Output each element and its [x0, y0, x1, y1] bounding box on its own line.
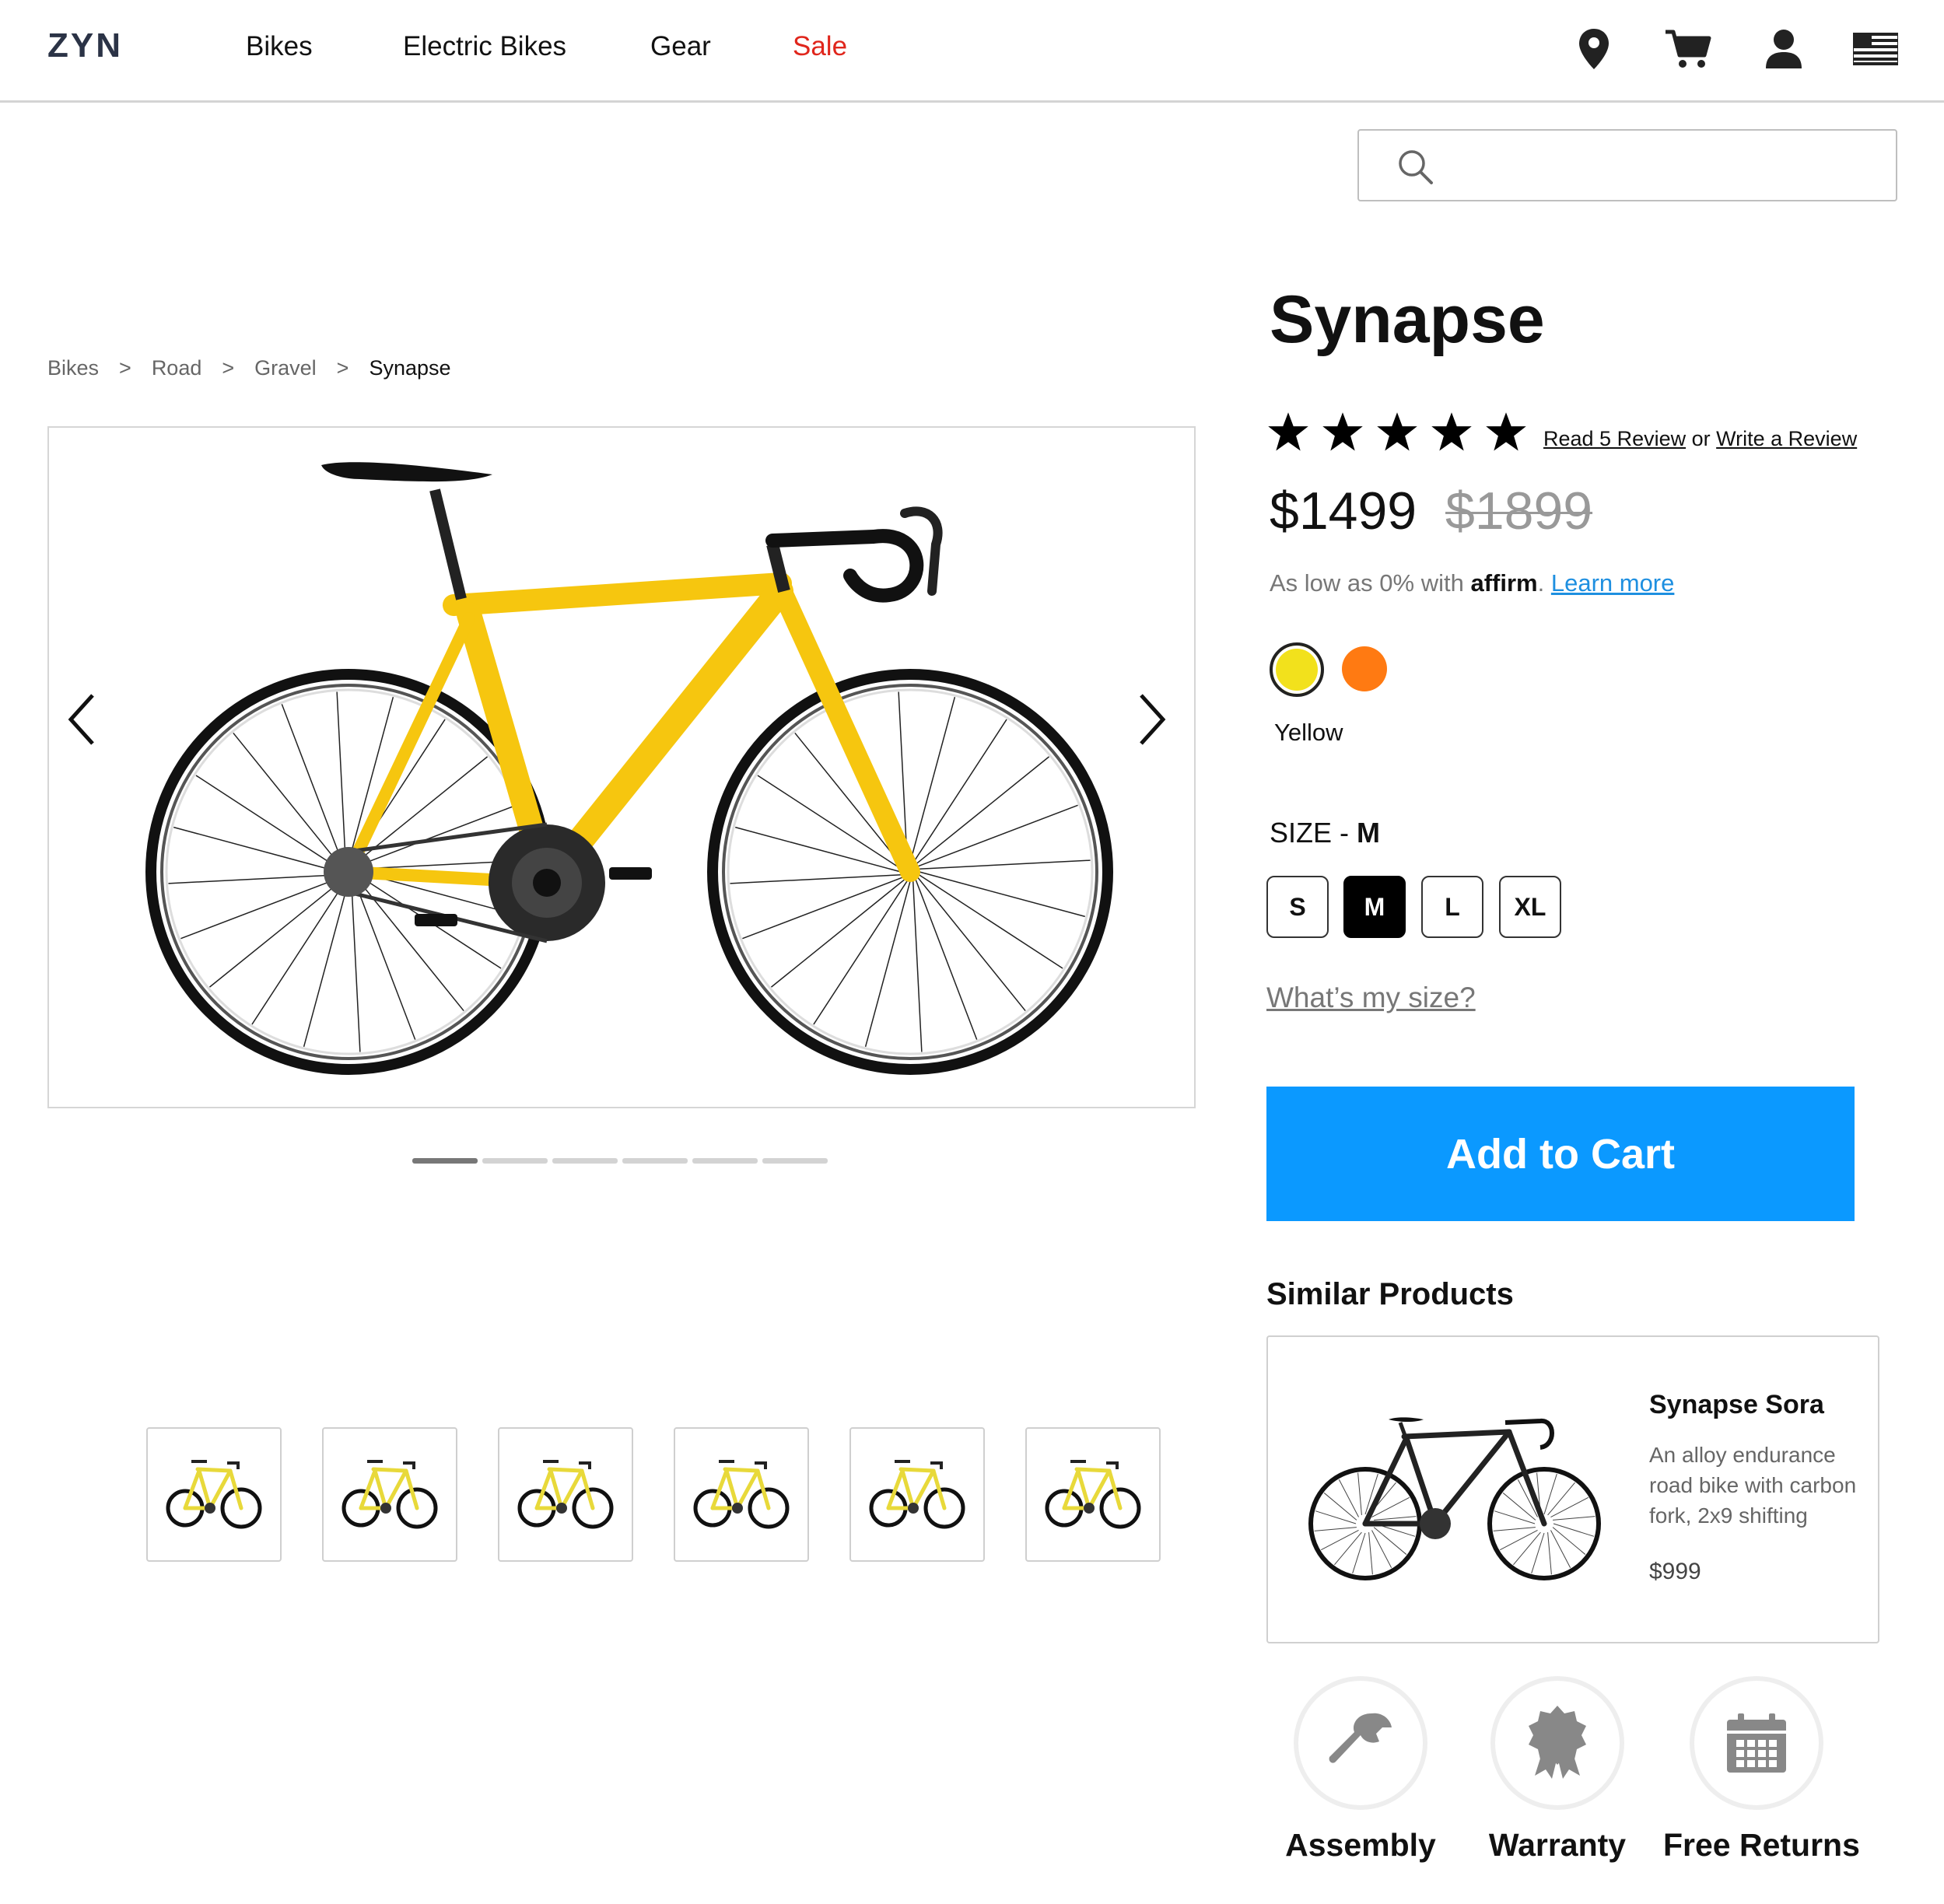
feature-assembly-circle [1294, 1676, 1427, 1810]
learn-more-link[interactable]: Learn more [1551, 569, 1675, 597]
similar-product-card[interactable]: Synapse Sora An alloy endurance road bik… [1266, 1335, 1879, 1643]
breadcrumb-current: Synapse [369, 356, 451, 380]
selected-size: M [1357, 817, 1381, 849]
wrench-icon [1329, 1713, 1392, 1763]
star-icon [1377, 412, 1417, 451]
color-swatch-orange[interactable] [1342, 646, 1387, 691]
product-old-price: $1899 [1445, 481, 1593, 541]
thumbnail-bike-image [517, 1459, 614, 1528]
carousel-dot[interactable] [552, 1158, 618, 1164]
similar-product-description: An alloy endurance road bike with carbon… [1649, 1443, 1857, 1528]
financing-note: As low as 0% with affirm. Learn more [1270, 569, 1674, 597]
product-title: Synapse [1270, 282, 1545, 357]
size-label: SIZE - M [1270, 817, 1380, 849]
carousel-dot[interactable] [412, 1158, 478, 1164]
site-header: ZYN Bikes Electric Bikes Gear Sale [0, 0, 1944, 103]
similar-products-title: Similar Products [1266, 1277, 1514, 1311]
badge-icon [1529, 1706, 1586, 1779]
nav-sale[interactable]: Sale [793, 31, 847, 62]
size-label-prefix: SIZE - [1270, 817, 1357, 849]
nav-gear[interactable]: Gear [650, 31, 711, 62]
feature-warranty-label: Warranty [1488, 1827, 1627, 1863]
chevron-right-icon [1140, 694, 1166, 745]
carousel-dot[interactable] [692, 1158, 758, 1164]
similar-product-name[interactable]: Synapse Sora [1649, 1390, 1824, 1420]
calendar-icon [1727, 1713, 1786, 1773]
breadcrumb-separator: > [336, 356, 349, 380]
breadcrumb-separator: > [119, 356, 131, 380]
user-icon[interactable] [1758, 23, 1809, 75]
thumbnail-bike-image [342, 1459, 438, 1528]
breadcrumb-road[interactable]: Road [152, 356, 202, 380]
thumbnail[interactable] [849, 1427, 985, 1562]
feature-free-returns-label: Free Returns [1663, 1827, 1860, 1863]
similar-bike-image [1308, 1417, 1601, 1580]
selected-color-label: Yellow [1274, 719, 1343, 746]
size-button-l[interactable]: L [1421, 876, 1483, 938]
thumbnail[interactable] [1025, 1427, 1161, 1562]
carousel-dot[interactable] [482, 1158, 548, 1164]
financing-prefix: As low as 0% with [1270, 569, 1464, 597]
product-image-main [47, 426, 1196, 1108]
write-review-link[interactable]: Write a Review [1716, 427, 1857, 450]
carousel-dot[interactable] [762, 1158, 828, 1164]
review-or-text: or [1691, 427, 1711, 450]
financing-suffix: . [1537, 569, 1545, 597]
feature-assembly[interactable]: Assembly [1267, 1676, 1454, 1864]
star-icon [1268, 412, 1308, 451]
thumbnail-bike-image [166, 1459, 262, 1528]
size-button-xl[interactable]: XL [1499, 876, 1561, 938]
chevron-left-icon [68, 694, 94, 745]
rating-stars [1266, 411, 1528, 454]
size-button-m[interactable]: M [1343, 876, 1406, 938]
bike-image [145, 462, 1113, 1075]
carousel-prev-button[interactable] [58, 684, 105, 754]
read-reviews-link[interactable]: Read 5 Review [1543, 427, 1686, 450]
carousel-dot[interactable] [622, 1158, 688, 1164]
breadcrumb: Bikes > Road > Gravel > Synapse [47, 356, 451, 380]
search-input[interactable] [1445, 138, 1880, 193]
search-icon [1399, 150, 1433, 184]
product-price: $1499 [1270, 481, 1417, 541]
thumbnail[interactable] [674, 1427, 809, 1562]
feature-free-returns-circle [1690, 1676, 1823, 1810]
feature-assembly-label: Assembly [1285, 1827, 1436, 1863]
add-to-cart-button[interactable]: Add to Cart [1266, 1087, 1855, 1221]
feature-free-returns[interactable]: Free Returns [1663, 1676, 1860, 1864]
carousel-next-button[interactable] [1129, 684, 1175, 754]
size-button-s[interactable]: S [1266, 876, 1329, 938]
search-box[interactable] [1357, 129, 1897, 201]
star-icon [1431, 412, 1472, 451]
affirm-logo: affirm [1470, 569, 1538, 597]
carousel-pager [412, 1158, 828, 1164]
feature-warranty[interactable]: Warranty [1464, 1676, 1651, 1864]
nav-bikes[interactable]: Bikes [246, 31, 313, 62]
thumbnail-bike-image [1045, 1459, 1141, 1528]
thumbnail[interactable] [322, 1427, 457, 1562]
feature-warranty-circle [1490, 1676, 1624, 1810]
similar-product-price: $999 [1649, 1559, 1701, 1584]
star-icon [1486, 412, 1526, 451]
thumbnail-strip [146, 1427, 1161, 1562]
review-links: Read 5 Review or Write a Review [1543, 427, 1857, 451]
breadcrumb-bikes[interactable]: Bikes [47, 356, 99, 380]
us-flag-icon[interactable] [1850, 23, 1901, 75]
thumbnail[interactable] [498, 1427, 633, 1562]
location-pin-icon[interactable] [1568, 23, 1620, 75]
thumbnail[interactable] [146, 1427, 282, 1562]
star-icon [1322, 412, 1363, 451]
thumbnail-bike-image [869, 1459, 965, 1528]
breadcrumb-separator: > [222, 356, 235, 380]
nav-electric-bikes[interactable]: Electric Bikes [403, 31, 566, 62]
cart-icon[interactable] [1662, 23, 1714, 75]
size-guide-link[interactable]: What’s my size? [1266, 982, 1476, 1014]
color-swatch-yellow[interactable] [1270, 642, 1324, 697]
logo[interactable]: ZYN [47, 26, 123, 65]
breadcrumb-gravel[interactable]: Gravel [254, 356, 317, 380]
thumbnail-bike-image [693, 1459, 790, 1528]
